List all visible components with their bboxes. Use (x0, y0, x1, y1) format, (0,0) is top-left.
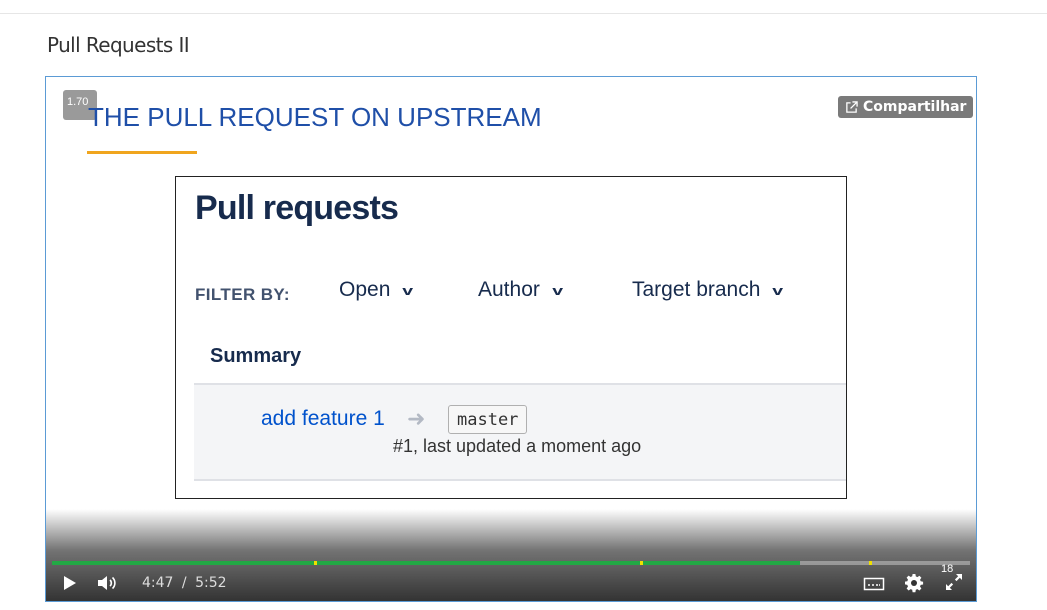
duration: 5:52 (195, 575, 227, 591)
chapter-marker[interactable] (639, 561, 643, 565)
chevron-down-icon: v (772, 282, 784, 298)
arrow-right-icon: ➜ (407, 406, 426, 431)
chapter-marker[interactable] (313, 561, 317, 565)
filter-by-label: FILTER BY: (195, 285, 290, 304)
chevron-down-icon: v (402, 282, 414, 298)
pull-requests-heading: Pull requests (195, 189, 399, 227)
top-divider (0, 13, 1047, 14)
row-divider (194, 479, 846, 481)
video-player[interactable]: 1.70 THE PULL REQUEST ON UPSTREAM Compar… (45, 76, 977, 602)
filter-author-label: Author (478, 278, 540, 301)
pull-request-title: add feature 1 (261, 407, 385, 430)
time-display: 4:47 / 5:52 (142, 575, 227, 591)
play-icon (64, 576, 76, 590)
fullscreen-icon (946, 574, 962, 590)
filter-open-label: Open (339, 278, 391, 301)
share-label: Compartilhar (863, 99, 967, 115)
progress-bar[interactable] (52, 561, 970, 565)
current-time: 4:47 (142, 575, 174, 591)
page-title: Pull Requests II (47, 33, 190, 57)
target-branch-chip: master (448, 405, 528, 434)
share-button[interactable]: Compartilhar (838, 96, 974, 118)
progress-fill (52, 561, 801, 565)
chevron-down-icon: v (552, 282, 563, 298)
filter-open: Open v (339, 278, 414, 302)
player-controls: 4:47 / 5:52 18 (46, 563, 976, 600)
filter-author: Author v (478, 278, 563, 302)
chapter-marker[interactable] (869, 561, 873, 565)
slide-heading: THE PULL REQUEST ON UPSTREAM (88, 102, 542, 132)
captions-button[interactable] (862, 574, 886, 594)
gear-icon (905, 574, 924, 593)
pull-request-row: add feature 1 ➜ master #1, last updated … (194, 385, 846, 479)
filter-target-branch: Target branch v (632, 278, 784, 302)
time-separator: / (181, 575, 187, 591)
filter-target-branch-label: Target branch (632, 278, 761, 301)
slide-screenshot: Pull requests FILTER BY: Open v Author v… (175, 176, 847, 499)
share-icon (846, 100, 858, 113)
summary-column-header: Summary (210, 345, 302, 367)
captions-icon (863, 577, 885, 591)
pull-request-meta: #1, last updated a moment ago (393, 436, 642, 456)
play-button[interactable] (60, 573, 80, 593)
volume-button[interactable] (96, 573, 120, 593)
settings-button[interactable] (903, 572, 925, 594)
heading-underline (87, 151, 197, 154)
volume-icon (98, 576, 116, 590)
fullscreen-button[interactable] (943, 571, 965, 593)
